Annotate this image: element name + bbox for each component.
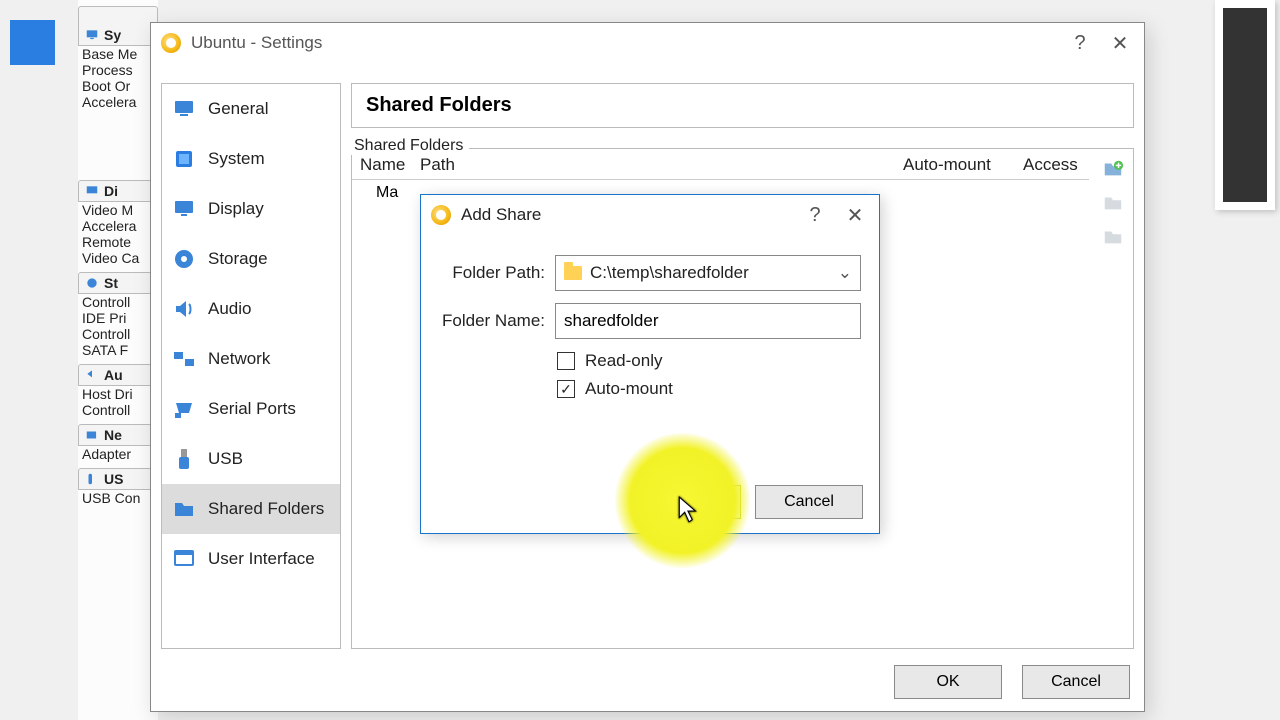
folder-path-select[interactable]: C:\temp\sharedfolder ⌄ [555, 255, 861, 291]
col-name[interactable]: Name [360, 155, 420, 175]
automount-checkbox[interactable]: ✓ [557, 380, 575, 398]
settings-title: Ubuntu - Settings [191, 33, 1060, 53]
readonly-label: Read-only [585, 351, 663, 371]
nav-general-label: General [208, 99, 268, 119]
settings-cancel-button[interactable]: Cancel [1022, 665, 1130, 699]
settings-titlebar[interactable]: Ubuntu - Settings ? ✕ [151, 23, 1144, 63]
readonly-checkbox[interactable] [557, 352, 575, 370]
add-folder-button[interactable] [1099, 155, 1127, 183]
nav-general[interactable]: General [162, 84, 340, 134]
settings-ok-button[interactable]: OK [894, 665, 1002, 699]
page-title: Shared Folders [351, 83, 1134, 128]
col-auto-mount[interactable]: Auto-mount [903, 155, 1023, 175]
gear-icon [161, 33, 181, 53]
bg-sy-header: Sy [104, 27, 121, 43]
folder-path-value: C:\temp\sharedfolder [590, 263, 749, 283]
settings-help-button[interactable]: ? [1060, 23, 1100, 63]
nav-storage[interactable]: Storage [162, 234, 340, 284]
add-share-dialog: Add Share ? ✕ Folder Path: C:\temp\share… [420, 194, 880, 534]
chevron-down-icon: ⌄ [838, 263, 852, 283]
folder-icon [564, 266, 582, 280]
nav-shared-folders[interactable]: Shared Folders [162, 484, 340, 534]
nav-user-interface[interactable]: User Interface [162, 534, 340, 584]
add-share-help-button[interactable]: ? [795, 195, 835, 235]
edit-folder-button[interactable] [1099, 189, 1127, 217]
background-blue-square [10, 20, 55, 65]
add-share-titlebar[interactable]: Add Share ? ✕ [421, 195, 879, 235]
settings-nav: General System Display Storage Audio Net… [161, 83, 341, 649]
background-vm-summary: Sy Base Me Process Boot Or Accelera Di V… [78, 0, 158, 720]
automount-label: Auto-mount [585, 379, 673, 399]
nav-audio[interactable]: Audio [162, 284, 340, 334]
folder-name-label: Folder Name: [439, 311, 545, 331]
folder-name-input[interactable] [555, 303, 861, 339]
fieldset-legend: Shared Folders [348, 137, 469, 155]
add-share-cancel-button[interactable]: Cancel [755, 485, 863, 519]
add-share-title: Add Share [461, 205, 795, 225]
col-access[interactable]: Access [1023, 155, 1089, 175]
col-path[interactable]: Path [420, 155, 903, 175]
folder-path-label: Folder Path: [439, 263, 545, 283]
nav-serial[interactable]: Serial Ports [162, 384, 340, 434]
add-share-close-button[interactable]: ✕ [835, 195, 875, 235]
gear-icon [431, 205, 451, 225]
nav-display[interactable]: Display [162, 184, 340, 234]
nav-network[interactable]: Network [162, 334, 340, 384]
settings-close-button[interactable]: ✕ [1100, 23, 1140, 63]
nav-system[interactable]: System [162, 134, 340, 184]
add-share-ok-button[interactable]: OK [633, 485, 741, 519]
nav-usb[interactable]: USB [162, 434, 340, 484]
remove-folder-button[interactable] [1099, 223, 1127, 251]
background-thumbnail [1215, 0, 1275, 210]
